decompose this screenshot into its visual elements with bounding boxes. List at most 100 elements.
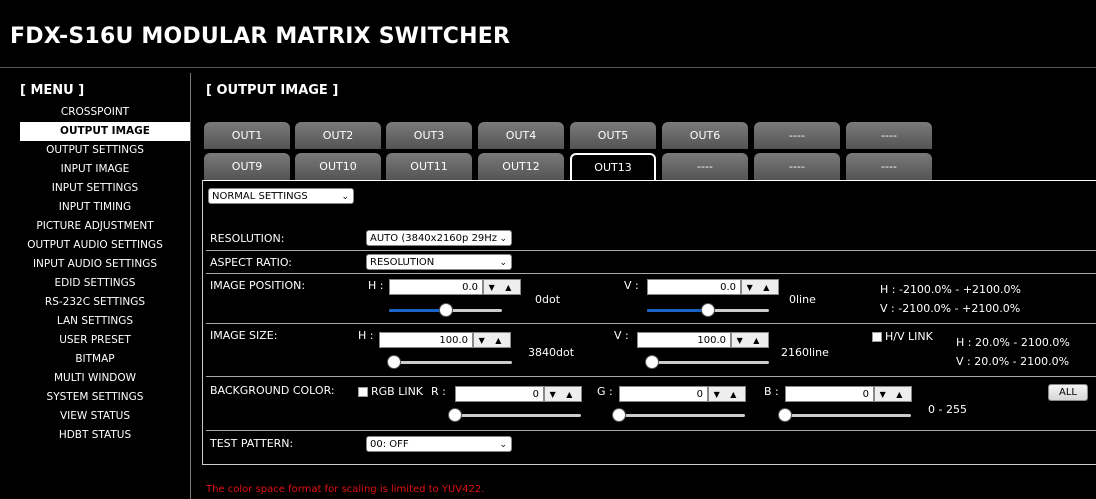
r-input[interactable]: 0: [455, 386, 544, 402]
menu-item-output-image[interactable]: OUTPUT IMAGE: [20, 122, 190, 141]
size-v-stepper[interactable]: ▼ ▲: [731, 332, 769, 348]
resolution-label: RESOLUTION:: [210, 232, 285, 245]
r-stepper[interactable]: ▼ ▲: [544, 386, 582, 402]
size-v-slider-track[interactable]: [647, 361, 769, 364]
resolution-select[interactable]: AUTO (3840x2160p 29Hz ⌄: [366, 230, 512, 246]
menu-item-crosspoint[interactable]: CROSSPOINT: [0, 103, 190, 122]
menu-item-rs232c-settings[interactable]: RS-232C SETTINGS: [0, 293, 190, 312]
menu-heading: [ MENU ]: [20, 83, 85, 98]
hv-link-checkbox[interactable]: [872, 332, 882, 342]
tab-empty[interactable]: ----: [662, 153, 748, 180]
rgb-link-label: RGB LINK: [371, 385, 424, 398]
chevron-down-icon: ⌄: [499, 234, 507, 244]
position-v-range: V : -2100.0% - +2100.0%: [880, 302, 1021, 315]
g-slider-handle[interactable]: [612, 408, 626, 422]
tab-empty[interactable]: ----: [754, 153, 840, 180]
tab-empty[interactable]: ----: [846, 122, 932, 149]
g-stepper[interactable]: ▼ ▲: [708, 386, 746, 402]
menu-item-lan-settings[interactable]: LAN SETTINGS: [0, 312, 190, 331]
menu-item-view-status[interactable]: VIEW STATUS: [0, 407, 190, 426]
rgb-link-checkbox[interactable]: [358, 387, 368, 397]
menu-item-output-audio-settings[interactable]: OUTPUT AUDIO SETTINGS: [0, 236, 190, 255]
size-h-slider-track[interactable]: [389, 361, 512, 364]
row-divider: [206, 273, 1096, 274]
size-v-input[interactable]: 100.0: [637, 332, 731, 348]
test-pattern-select[interactable]: 00: OFF ⌄: [366, 436, 512, 452]
position-h-stepper[interactable]: ▼ ▲: [483, 279, 521, 295]
r-slider-track[interactable]: [455, 414, 581, 417]
position-h-slider-handle[interactable]: [438, 303, 453, 317]
size-v-slider-handle[interactable]: [644, 355, 659, 369]
position-v-input[interactable]: 0.0: [647, 279, 741, 295]
b-stepper[interactable]: ▼ ▲: [874, 386, 912, 402]
tab-out6[interactable]: OUT6: [662, 122, 748, 149]
size-h-stepper[interactable]: ▼ ▲: [473, 332, 511, 348]
b-slider-track[interactable]: [785, 414, 911, 417]
menu-item-user-preset[interactable]: USER PRESET: [0, 331, 190, 350]
tab-out11[interactable]: OUT11: [386, 153, 472, 180]
tab-out5[interactable]: OUT5: [570, 122, 656, 149]
position-h-input[interactable]: 0.0: [389, 279, 483, 295]
position-h-readout: 0dot: [535, 293, 561, 306]
app-title: FDX-S16U MODULAR MATRIX SWITCHER: [10, 24, 511, 49]
mode-select-value: NORMAL SETTINGS: [212, 191, 308, 202]
r-label: R :: [431, 385, 446, 398]
size-v-label: V :: [614, 329, 629, 342]
all-button[interactable]: ALL: [1048, 384, 1088, 401]
position-h-label: H :: [368, 279, 384, 292]
menu-item-input-timing[interactable]: INPUT TIMING: [0, 198, 190, 217]
tab-empty[interactable]: ----: [846, 153, 932, 180]
tab-out9[interactable]: OUT9: [204, 153, 290, 180]
b-slider-handle[interactable]: [778, 408, 792, 422]
size-h-label: H :: [358, 329, 374, 342]
size-v-readout: 2160line: [781, 346, 829, 359]
menu-item-multi-window[interactable]: MULTI WINDOW: [0, 369, 190, 388]
sidebar-menu: CROSSPOINT OUTPUT IMAGE OUTPUT SETTINGS …: [0, 103, 190, 445]
row-divider: [206, 323, 1096, 324]
aspect-ratio-value: RESOLUTION: [370, 257, 435, 268]
mode-select[interactable]: NORMAL SETTINGS ⌄: [208, 188, 354, 204]
tab-out1[interactable]: OUT1: [204, 122, 290, 149]
menu-item-input-image[interactable]: INPUT IMAGE: [0, 160, 190, 179]
menu-item-output-settings[interactable]: OUTPUT SETTINGS: [0, 141, 190, 160]
position-v-slider-fill: [647, 309, 708, 312]
menu-divider: [190, 73, 191, 499]
menu-item-input-audio-settings[interactable]: INPUT AUDIO SETTINGS: [0, 255, 190, 274]
tab-empty[interactable]: ----: [754, 122, 840, 149]
menu-item-system-settings[interactable]: SYSTEM SETTINGS: [0, 388, 190, 407]
size-v-range: V : 20.0% - 2100.0%: [956, 355, 1070, 368]
size-h-readout: 3840dot: [528, 346, 575, 359]
rgb-range: 0 - 255: [928, 403, 967, 416]
position-v-label: V :: [624, 279, 639, 292]
tab-out12[interactable]: OUT12: [478, 153, 564, 180]
tab-out10[interactable]: OUT10: [295, 153, 381, 180]
tab-out2[interactable]: OUT2: [295, 122, 381, 149]
tab-out13[interactable]: OUT13: [570, 153, 656, 180]
tab-out3[interactable]: OUT3: [386, 122, 472, 149]
chevron-down-icon: ⌄: [499, 258, 507, 268]
position-v-slider-handle[interactable]: [701, 303, 715, 317]
menu-item-input-settings[interactable]: INPUT SETTINGS: [0, 179, 190, 198]
image-size-label: IMAGE SIZE:: [210, 329, 278, 342]
size-h-input[interactable]: 100.0: [379, 332, 473, 348]
position-v-stepper[interactable]: ▼ ▲: [741, 279, 779, 295]
g-slider-track[interactable]: [619, 414, 745, 417]
position-h-slider-fill: [389, 309, 446, 312]
background-color-label: BACKGROUND COLOR:: [210, 384, 335, 397]
r-slider-handle[interactable]: [448, 408, 462, 422]
color-space-note: The color space format for scaling is li…: [206, 484, 485, 495]
menu-item-bitmap[interactable]: BITMAP: [0, 350, 190, 369]
chevron-down-icon: ⌄: [499, 440, 507, 450]
aspect-ratio-label: ASPECT RATIO:: [210, 256, 292, 269]
menu-item-picture-adjustment[interactable]: PICTURE ADJUSTMENT: [0, 217, 190, 236]
size-h-slider-handle[interactable]: [386, 355, 401, 369]
g-input[interactable]: 0: [619, 386, 708, 402]
tab-out4[interactable]: OUT4: [478, 122, 564, 149]
menu-item-edid-settings[interactable]: EDID SETTINGS: [0, 274, 190, 293]
header-divider: [0, 67, 1096, 68]
menu-item-hdbt-status[interactable]: HDBT STATUS: [0, 426, 190, 445]
b-input[interactable]: 0: [785, 386, 874, 402]
aspect-ratio-select[interactable]: RESOLUTION ⌄: [366, 254, 512, 270]
resolution-value: AUTO (3840x2160p 29Hz: [370, 233, 498, 244]
row-divider: [206, 250, 1096, 251]
